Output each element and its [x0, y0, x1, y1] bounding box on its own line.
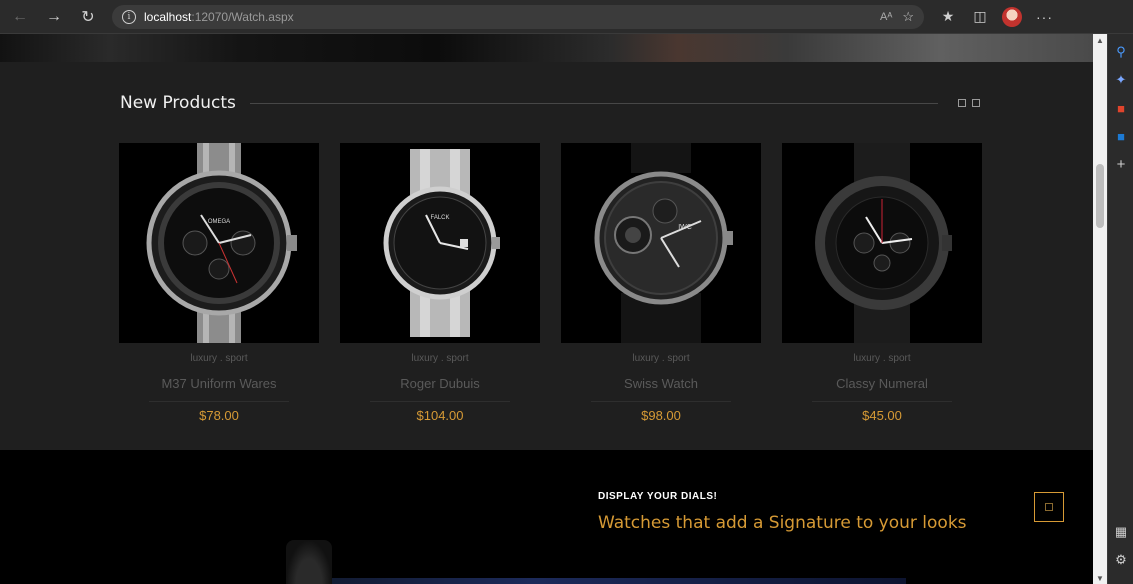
copilot-icon[interactable]: ✦ — [1113, 72, 1129, 88]
collections-icon: ◫ — [973, 8, 987, 24]
scroll-thumb[interactable] — [1096, 164, 1104, 228]
arrow-left-icon: ← — [12, 7, 28, 25]
hero-banner-strip — [0, 34, 1093, 62]
search-icon[interactable]: ⚲ — [1113, 44, 1129, 60]
price-divider — [591, 401, 731, 402]
edge-sidebar: ⚲ ✦ ■ ■ + ▦ ⚙ — [1107, 34, 1133, 584]
section-title: New Products — [120, 93, 236, 113]
product-image[interactable]: OMEGA — [119, 143, 319, 343]
product-card[interactable]: OMEGA luxury . sport M37 Uniform Wares $… — [119, 143, 319, 423]
product-name[interactable]: Roger Dubuis — [340, 376, 540, 391]
refresh-button[interactable]: ↻ — [74, 3, 102, 31]
product-price: $104.00 — [416, 408, 464, 423]
carousel-next-button[interactable] — [972, 99, 980, 107]
outlook-icon[interactable]: ■ — [1113, 128, 1129, 144]
office-icon[interactable]: ■ — [1113, 100, 1129, 116]
browser-toolbar: ← → ↻ i localhost:12070/Watch.aspx Aᴬ ☆ … — [0, 0, 1133, 34]
forward-button[interactable]: → — [40, 3, 68, 31]
arrow-right-icon: → — [46, 7, 62, 25]
scroll-up-icon[interactable]: ▲ — [1093, 34, 1107, 46]
display-label: DISPLAY YOUR DIALS! — [598, 491, 718, 502]
add-icon[interactable]: + — [1113, 156, 1129, 173]
read-aloud-icon[interactable]: Aᴬ — [880, 11, 892, 23]
product-tags: luxury . sport — [853, 353, 911, 364]
price-divider — [149, 401, 289, 402]
more-button[interactable]: ··· — [1036, 9, 1053, 25]
gear-icon[interactable]: ⚙ — [1113, 552, 1129, 568]
profile-avatar[interactable] — [1002, 6, 1022, 27]
page-scrollbar[interactable]: ▲ ▼ — [1093, 34, 1107, 584]
product-price: $98.00 — [641, 408, 681, 423]
product-price: $45.00 — [862, 408, 902, 423]
section-divider — [249, 102, 938, 104]
favorites-button[interactable]: ★ — [934, 3, 962, 31]
star-plus-icon[interactable]: ☆ — [902, 9, 914, 25]
url-path: :12070/Watch.aspx — [191, 9, 294, 24]
product-tags: luxury . sport — [632, 353, 690, 364]
section-header: New Products — [120, 90, 980, 116]
carousel-prev-button[interactable] — [958, 99, 966, 107]
refresh-icon: ↻ — [81, 8, 95, 26]
favorites-icon: ★ — [941, 8, 955, 24]
price-divider — [370, 401, 510, 402]
product-tags: luxury . sport — [190, 353, 248, 364]
product-image[interactable] — [782, 143, 982, 343]
back-button[interactable]: ← — [6, 3, 34, 31]
product-card[interactable]: IWC luxury . sport Swiss Watch $98.00 — [561, 143, 761, 423]
address-bar[interactable]: i localhost:12070/Watch.aspx Aᴬ ☆ — [112, 4, 924, 29]
product-name[interactable]: Swiss Watch — [561, 376, 761, 391]
product-name[interactable]: Classy Numeral — [782, 376, 982, 391]
product-tags: luxury . sport — [411, 353, 469, 364]
page-viewport: New Products OMEGA luxury . sport M37 Un… — [0, 34, 1093, 584]
url-host: localhost — [144, 9, 192, 24]
watch-brand-label: IWC — [678, 224, 692, 231]
back-to-top-button[interactable] — [1034, 492, 1064, 522]
square-icon — [1045, 503, 1053, 511]
display-headline: Watches that add a Signature to your loo… — [598, 513, 967, 533]
product-card[interactable]: FALCK luxury . sport Roger Dubuis $104.0… — [340, 143, 540, 423]
product-card[interactable]: luxury . sport Classy Numeral $45.00 — [782, 143, 982, 423]
sidebar-toggle-icon[interactable]: ▦ — [1113, 524, 1129, 540]
display-watch-image — [286, 540, 332, 584]
watch-brand-label: OMEGA — [208, 219, 230, 225]
product-image[interactable]: FALCK — [340, 143, 540, 343]
scroll-down-icon[interactable]: ▼ — [1093, 572, 1107, 584]
product-image[interactable]: IWC — [561, 143, 761, 343]
more-icon: ··· — [1036, 8, 1053, 25]
info-icon[interactable]: i — [122, 9, 136, 24]
product-name[interactable]: M37 Uniform Wares — [119, 376, 319, 391]
collections-button[interactable]: ◫ — [966, 3, 994, 31]
product-price: $78.00 — [199, 408, 239, 423]
display-hero-image — [286, 578, 906, 584]
watch-brand-label: FALCK — [430, 215, 449, 221]
price-divider — [812, 401, 952, 402]
